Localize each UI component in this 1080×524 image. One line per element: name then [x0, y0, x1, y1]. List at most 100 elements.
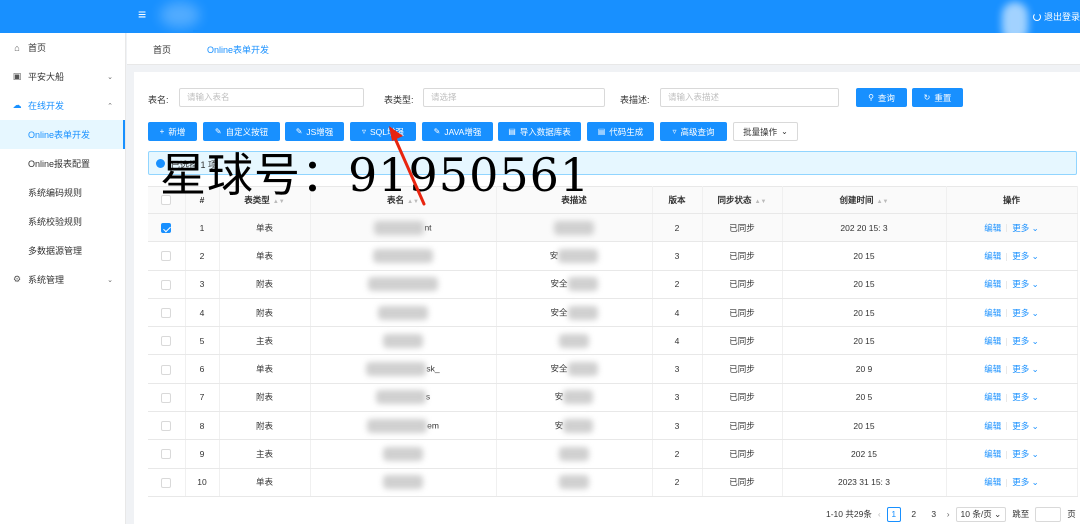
sidebar-item-system[interactable]: ⚙ 系统管理 ⌄	[0, 265, 125, 294]
col-created-time[interactable]: 创建时间 ▲▼	[782, 186, 947, 214]
table-row[interactable]: 10 单表 2 已同步 2023 31 15: 3 编辑 更多 ⌄	[148, 468, 1078, 497]
page-3[interactable]: 3	[927, 507, 941, 522]
more-dropdown[interactable]: 更多 ⌄	[1012, 449, 1039, 459]
table-row[interactable]: 3 附表 安全 2 已同步 20 15 编辑 更多 ⌄	[148, 270, 1078, 299]
row-created-time: 202 15	[782, 439, 947, 469]
edit-link[interactable]: 编辑	[984, 421, 1001, 431]
js-enhance-button[interactable]: ✎ JS增强	[285, 122, 344, 141]
edit-link[interactable]: 编辑	[984, 364, 1001, 374]
table-row[interactable]: 9 主表 2 已同步 202 15 编辑 更多 ⌄	[148, 439, 1078, 469]
advanced-query-button[interactable]: ▿ 高级查询	[660, 122, 727, 141]
tab-online-form[interactable]: Online表单开发	[207, 43, 269, 56]
table-row[interactable]: 7 附表 s 安 3 已同步 20 5 编辑 更多 ⌄	[148, 383, 1078, 413]
code-generate-button[interactable]: ▤ 代码生成	[587, 122, 654, 141]
redacted-block	[375, 390, 426, 405]
sidebar-item-online-form[interactable]: Online表单开发	[0, 120, 125, 149]
table-row[interactable]: 6 单表 sk_ 安全 3 已同步 20 9 编辑 更多 ⌄	[148, 354, 1078, 384]
sidebar-item-online-report[interactable]: Online报表配置	[0, 149, 125, 178]
add-button[interactable]: + 新增	[148, 122, 197, 141]
row-table-name-cell	[310, 241, 497, 271]
row-table-desc-cell	[496, 439, 653, 469]
col-version: 版本	[652, 186, 703, 214]
table-desc-input[interactable]: 请输入表描述	[660, 88, 839, 107]
logout-label: 退出登录	[1043, 12, 1080, 22]
more-dropdown[interactable]: 更多 ⌄	[1012, 279, 1039, 289]
row-version: 2	[652, 213, 703, 243]
prev-page-icon[interactable]: ‹	[878, 509, 881, 519]
row-sync-status: 已同步	[702, 326, 783, 356]
java-enhance-button[interactable]: ✎ JAVA增强	[422, 122, 493, 141]
row-sync-status: 已同步	[702, 241, 783, 271]
row-sync-status: 已同步	[702, 354, 783, 384]
logout-button[interactable]: 退出登录	[1032, 10, 1080, 23]
table-row[interactable]: 2 单表 安 3 已同步 20 15 编辑 更多 ⌄	[148, 241, 1078, 271]
page-2[interactable]: 2	[907, 507, 921, 522]
more-dropdown[interactable]: 更多 ⌄	[1012, 336, 1039, 346]
row-actions: 编辑 更多 ⌄	[946, 298, 1078, 328]
more-dropdown[interactable]: 更多 ⌄	[1012, 251, 1039, 261]
more-dropdown[interactable]: 更多 ⌄	[1012, 392, 1039, 402]
more-dropdown[interactable]: 更多 ⌄	[1012, 223, 1039, 233]
row-checkbox[interactable]	[161, 251, 172, 262]
sidebar-item-online-dev[interactable]: ☁ 在线开发 ⌃	[0, 91, 125, 120]
table-row[interactable]: 5 主表 4 已同步 20 15 编辑 更多 ⌄	[148, 326, 1078, 356]
redacted-block	[567, 277, 598, 292]
sidebar-item-label: 首页	[28, 43, 47, 53]
table-row[interactable]: 4 附表 安全 4 已同步 20 15 编辑 更多 ⌄	[148, 298, 1078, 328]
more-dropdown[interactable]: 更多 ⌄	[1012, 421, 1039, 431]
tab-home[interactable]: 首页	[153, 43, 171, 56]
row-checkbox[interactable]	[161, 223, 172, 234]
import-db-table-button[interactable]: ▤ 导入数据库表	[498, 122, 581, 141]
jump-input[interactable]	[1035, 506, 1062, 522]
edit-link[interactable]: 编辑	[984, 308, 1001, 318]
sidebar-item-pingan[interactable]: ▣ 平安大船 ⌄	[0, 62, 125, 91]
row-checkbox[interactable]	[161, 307, 172, 318]
row-sync-status: 已同步	[702, 298, 783, 328]
col-sync-status[interactable]: 同步状态 ▲▼	[702, 186, 783, 214]
custom-button-button[interactable]: ✎ 自定义按钮	[203, 122, 280, 141]
page-1[interactable]: 1	[886, 506, 901, 522]
sidebar-item-datasource[interactable]: 多数据源管理	[0, 236, 125, 265]
edit-link[interactable]: 编辑	[984, 477, 1001, 487]
menu-fold-icon[interactable]: ≡	[138, 7, 146, 21]
row-checkbox[interactable]	[161, 392, 172, 403]
row-checkbox[interactable]	[161, 449, 172, 460]
sidebar-item-code-rule[interactable]: 系统编码规则	[0, 178, 125, 207]
row-table-name-cell	[310, 439, 497, 469]
table-row[interactable]: 8 附表 em 安 3 已同步 20 15 编辑 更多 ⌄	[148, 411, 1078, 441]
sidebar-item-home[interactable]: ⌂ 首页	[0, 33, 125, 62]
batch-operation-label: 批量操作	[743, 126, 778, 137]
row-checkbox[interactable]	[161, 421, 172, 432]
table-type-select[interactable]: 请选择	[423, 88, 605, 107]
table-row[interactable]: 1 单表 nt 2 已同步 202 20 15: 3 编辑 更多 ⌄	[148, 213, 1078, 243]
home-icon: ⌂	[14, 42, 20, 53]
table-name-input[interactable]: 请输入表名	[179, 88, 364, 107]
more-dropdown[interactable]: 更多 ⌄	[1012, 364, 1039, 374]
sidebar-item-check-rule[interactable]: 系统校验规则	[0, 207, 125, 236]
edit-link[interactable]: 编辑	[984, 392, 1001, 402]
reset-button[interactable]: ↻ 重置	[912, 88, 963, 107]
row-index: 6	[185, 354, 220, 384]
edit-link[interactable]: 编辑	[984, 449, 1001, 459]
query-button[interactable]: ⚲ 查询	[856, 88, 907, 107]
more-dropdown[interactable]: 更多 ⌄	[1012, 477, 1039, 487]
row-checkbox[interactable]	[161, 477, 172, 488]
edit-link[interactable]: 编辑	[984, 336, 1001, 346]
row-actions: 编辑 更多 ⌄	[946, 326, 1078, 356]
batch-operation-dropdown[interactable]: 批量操作 ⌄	[733, 122, 798, 141]
blurred-logo	[160, 2, 200, 28]
next-page-icon[interactable]: ›	[947, 509, 950, 519]
row-checkbox[interactable]	[161, 364, 172, 375]
page-size-select[interactable]: 10 条/页 ⌄	[955, 506, 1007, 522]
row-version: 2	[652, 468, 703, 497]
row-select-cell	[148, 298, 186, 328]
tool-icon: ✎	[214, 127, 222, 136]
edit-link[interactable]: 编辑	[984, 251, 1001, 261]
redacted-block	[383, 475, 423, 490]
row-checkbox[interactable]	[161, 336, 172, 347]
more-dropdown[interactable]: 更多 ⌄	[1012, 308, 1039, 318]
edit-link[interactable]: 编辑	[984, 279, 1001, 289]
cloud-icon: ☁	[12, 100, 22, 110]
row-checkbox[interactable]	[161, 279, 172, 290]
edit-link[interactable]: 编辑	[984, 223, 1001, 233]
